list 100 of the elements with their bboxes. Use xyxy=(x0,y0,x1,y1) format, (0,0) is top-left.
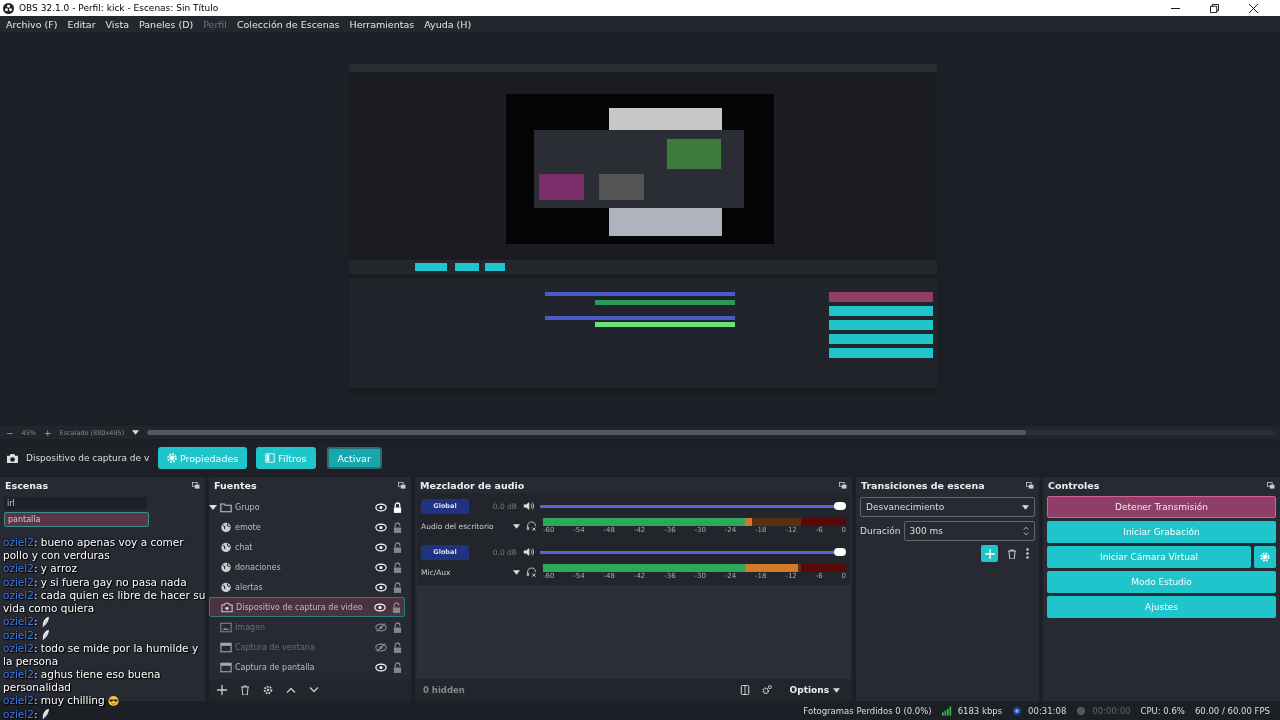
unlock-icon[interactable] xyxy=(393,661,402,673)
eye-icon[interactable] xyxy=(375,582,387,592)
unlock-icon[interactable] xyxy=(392,601,401,613)
globe-icon xyxy=(220,521,232,533)
gear-icon xyxy=(1260,552,1270,562)
gears-icon[interactable] xyxy=(761,685,772,695)
speaker-icon[interactable] xyxy=(523,547,534,557)
scene-item[interactable]: irl xyxy=(4,497,147,510)
source-name: Captura de pantalla xyxy=(235,662,316,672)
panel-title: Mezclador de audio xyxy=(420,479,525,491)
source-name: Grupo xyxy=(235,502,261,512)
transition-dropdown[interactable]: Desvanecimiento xyxy=(860,497,1035,517)
options-menu-button[interactable]: Options xyxy=(783,684,846,696)
menu-item[interactable]: Editar xyxy=(63,18,100,30)
undock-icon[interactable] xyxy=(1026,481,1034,489)
chat-message: oziel2: bueno apenas voy a comer pollo y con verduras xyxy=(3,536,185,561)
chat-message: oziel2: muy chilling xyxy=(3,694,105,707)
control-button[interactable]: Detener Transmisión xyxy=(1047,496,1276,518)
chat-message: oziel2: cada quien es libre de hacer su vida como quiera xyxy=(3,589,207,614)
close-icon[interactable] xyxy=(1249,3,1258,13)
dropdown-caret-icon[interactable] xyxy=(513,523,520,529)
unlock-icon[interactable] xyxy=(393,541,402,553)
bitrate: 6183 kbps xyxy=(957,705,1003,716)
zoom-out-button[interactable]: − xyxy=(6,427,14,438)
virtual-camera-settings-button[interactable] xyxy=(1254,546,1276,568)
eye-icon[interactable] xyxy=(375,562,387,572)
source-item[interactable]: donaciones xyxy=(209,557,405,577)
add-icon xyxy=(984,548,995,559)
eye-icon[interactable] xyxy=(375,502,387,512)
scene-item[interactable]: pantalla xyxy=(4,512,149,527)
trash-icon[interactable] xyxy=(1007,548,1017,559)
menu-item[interactable]: Herramientas xyxy=(345,18,419,30)
expand-caret-icon[interactable] xyxy=(209,503,217,511)
source-item[interactable]: alertas xyxy=(209,577,405,597)
feather-icon xyxy=(40,629,52,641)
duration-label: Duración xyxy=(860,526,901,536)
undock-icon[interactable] xyxy=(192,481,200,489)
menu-item[interactable]: Paneles (D) xyxy=(135,18,198,30)
unlock-icon[interactable] xyxy=(393,621,402,633)
source-item[interactable]: chat xyxy=(209,537,405,557)
frame-rate: 60.00 / 60.00 FPS xyxy=(1194,705,1270,716)
eye-slash-icon[interactable] xyxy=(375,642,387,652)
caret-icon[interactable] xyxy=(132,430,140,435)
eye-icon[interactable] xyxy=(375,662,387,672)
more-options-icon[interactable] xyxy=(1026,548,1029,559)
restore-icon[interactable] xyxy=(1210,3,1219,13)
camera-icon xyxy=(221,601,233,613)
source-name: alertas xyxy=(235,582,264,592)
image-icon xyxy=(220,621,232,633)
undock-icon[interactable] xyxy=(398,481,406,489)
menu-item[interactable]: Ayuda (H) xyxy=(420,18,476,30)
add-icon[interactable] xyxy=(217,685,227,695)
feather-icon xyxy=(40,708,52,720)
eye-slash-icon[interactable] xyxy=(375,622,387,632)
headphones-icon[interactable] xyxy=(526,567,537,577)
chat-message: oziel2: xyxy=(3,615,38,628)
dropdown-caret-icon[interactable] xyxy=(513,569,520,575)
horizontal-scrollbar[interactable] xyxy=(147,430,1274,435)
chat-message: oziel2: xyxy=(3,628,38,641)
speaker-icon[interactable] xyxy=(523,501,534,511)
panel-title: Fuentes xyxy=(214,479,257,491)
zoom-in-button[interactable]: + xyxy=(44,427,52,438)
chat-message: oziel2: aghus tiene eso buena personalidad xyxy=(3,668,162,693)
menu-item[interactable]: Archivo (F) xyxy=(2,18,62,30)
filter-icon xyxy=(265,453,276,463)
menu-item[interactable]: Colección de Escenas xyxy=(232,18,344,30)
dropped-frames: Fotogramas Perdidos 0 (0.0%) xyxy=(803,705,932,716)
record-time: 00:00:00 xyxy=(1092,705,1131,716)
move-up-icon[interactable] xyxy=(286,685,296,695)
source-name: chat xyxy=(235,542,254,552)
unlock-icon[interactable] xyxy=(393,581,402,593)
gear-icon xyxy=(167,453,177,463)
unlock-icon[interactable] xyxy=(393,641,402,653)
hidden-count: 0 hidden xyxy=(423,685,465,695)
trash-icon[interactable] xyxy=(240,685,250,695)
undock-icon[interactable] xyxy=(839,481,847,489)
layout-icon[interactable] xyxy=(739,685,750,695)
source-item[interactable]: emote xyxy=(209,517,405,537)
source-name: Dispositivo de captura de video xyxy=(236,602,364,612)
lock-icon[interactable] xyxy=(393,501,402,513)
source-item[interactable]: Captura de pantalla xyxy=(209,657,405,677)
source-item[interactable]: Grupo xyxy=(209,497,405,517)
chat-message: oziel2: y arroz xyxy=(3,562,77,575)
gear-icon[interactable] xyxy=(263,685,273,695)
source-item[interactable]: Dispositivo de captura de video xyxy=(209,597,405,617)
source-name: donaciones xyxy=(235,562,282,572)
spin-arrows-icon[interactable] xyxy=(1023,526,1029,536)
source-name: Imagen xyxy=(235,622,267,632)
move-down-icon[interactable] xyxy=(309,685,319,695)
eye-icon[interactable] xyxy=(374,602,386,612)
menu-item[interactable]: Vista xyxy=(101,18,133,30)
globe-icon xyxy=(220,581,232,593)
undock-icon[interactable] xyxy=(1267,481,1275,489)
unlock-icon[interactable] xyxy=(393,561,402,573)
eye-icon[interactable] xyxy=(375,542,387,552)
duration-field[interactable]: 300 ms xyxy=(903,521,1035,541)
eye-icon[interactable] xyxy=(375,522,387,532)
caret-icon xyxy=(833,687,840,693)
headphones-icon[interactable] xyxy=(526,521,537,531)
unlock-icon[interactable] xyxy=(393,521,402,533)
